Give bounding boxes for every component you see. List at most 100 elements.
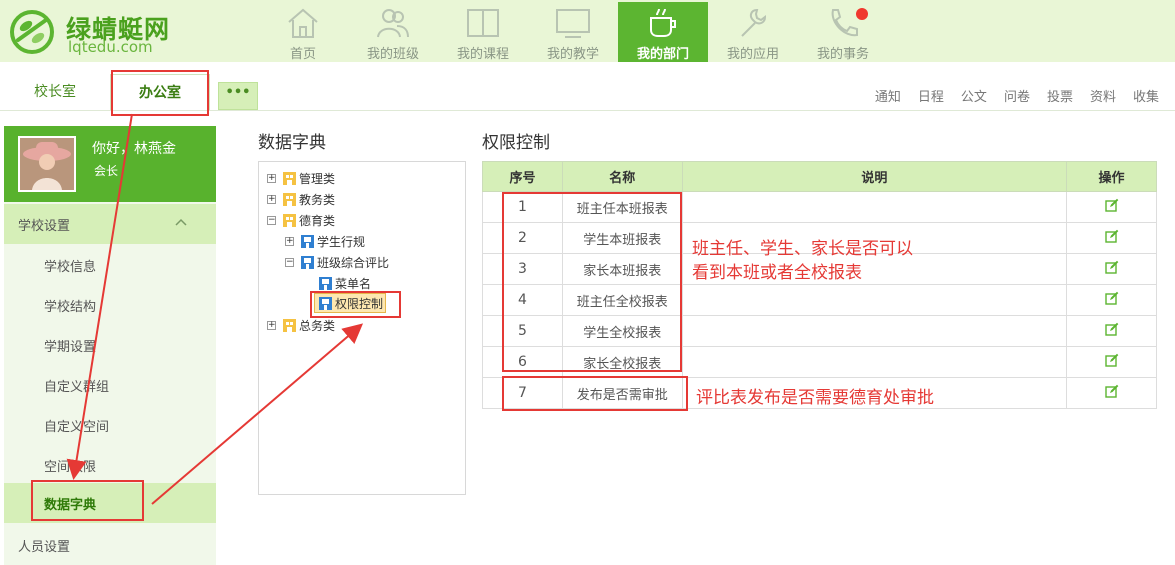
- collapse-icon[interactable]: −: [285, 258, 294, 267]
- sidebar-item-space-permissions[interactable]: 空间权限: [44, 456, 96, 475]
- quick-link-notice[interactable]: 通知: [875, 86, 901, 105]
- annotation-box-data-dictionary: [31, 480, 144, 521]
- edit-icon[interactable]: [1104, 229, 1119, 243]
- sidebar-item-semester-settings[interactable]: 学期设置: [44, 336, 96, 355]
- folder-icon: [283, 214, 296, 227]
- user-greeting: 你好，林燕金: [92, 141, 176, 157]
- folder-icon: [283, 319, 296, 332]
- edit-icon[interactable]: [1104, 322, 1119, 336]
- sidebar-item-custom-spaces[interactable]: 自定义空间: [44, 416, 109, 435]
- quick-link-schedule[interactable]: 日程: [918, 86, 944, 105]
- book-icon: [467, 9, 499, 37]
- nav-my-affairs[interactable]: 我的事务: [798, 2, 888, 62]
- expand-icon[interactable]: +: [285, 237, 294, 246]
- tree-title: 数据字典: [258, 133, 326, 153]
- avatar[interactable]: [18, 136, 76, 192]
- sidebar-item-custom-groups[interactable]: 自定义群组: [44, 376, 109, 395]
- nav-home[interactable]: 首页: [258, 2, 348, 62]
- row-actions: [1066, 191, 1157, 223]
- column-header-number: 序号: [482, 161, 563, 192]
- nav-label: 我的部门: [636, 47, 689, 62]
- nav-label: 我的班级: [366, 47, 419, 62]
- row-description: [681, 284, 1068, 316]
- edit-icon[interactable]: [1104, 384, 1119, 398]
- nav-label: 我的事务: [816, 47, 869, 62]
- nav-label: 我的课程: [456, 47, 509, 62]
- column-header-name: 名称: [561, 161, 683, 192]
- sidebar-item-school-structure[interactable]: 学校结构: [44, 296, 96, 315]
- quick-link-collect[interactable]: 收集: [1133, 86, 1159, 105]
- nav-my-department[interactable]: 我的部门: [618, 2, 708, 62]
- column-header-actions: 操作: [1066, 161, 1157, 192]
- tree-node-label: 班级综合评比: [317, 256, 390, 270]
- annotation-note-approval: 评比表发布是否需要德育处审批: [696, 388, 934, 408]
- annotation-box-approval-row: [502, 376, 688, 411]
- quick-link-vote[interactable]: 投票: [1047, 86, 1073, 105]
- quick-link-materials[interactable]: 资料: [1090, 86, 1116, 105]
- site-logo[interactable]: 绿蜻蜓网 lqtedu.com: [10, 8, 200, 56]
- nav-label: 我的应用: [726, 47, 779, 62]
- edit-icon[interactable]: [1104, 291, 1119, 305]
- sidebar-item-personnel-settings[interactable]: 人员设置: [4, 525, 216, 565]
- quick-link-document[interactable]: 公文: [961, 86, 987, 105]
- tab-principal-office[interactable]: 校长室: [6, 74, 104, 110]
- expand-icon[interactable]: +: [267, 321, 276, 330]
- nav-my-teaching[interactable]: 我的教学: [528, 2, 618, 62]
- folder-icon: [283, 193, 296, 206]
- row-actions: [1066, 222, 1157, 254]
- nav-my-class[interactable]: 我的班级: [348, 2, 438, 62]
- row-actions: [1066, 377, 1157, 409]
- notification-badge: [856, 8, 868, 20]
- user-card: 你好，林燕金 会长: [4, 126, 216, 202]
- row-description: [681, 315, 1068, 347]
- annotation-note-report-visibility-2: 看到本班或者全校报表: [692, 263, 862, 283]
- edit-icon[interactable]: [1104, 353, 1119, 367]
- collapse-icon[interactable]: −: [267, 216, 276, 225]
- people-icon: [377, 9, 409, 38]
- home-icon: [288, 8, 318, 38]
- row-description: [681, 346, 1068, 378]
- annotation-box-permission-node: [310, 291, 401, 318]
- column-header-description: 说明: [681, 161, 1068, 192]
- monitor-icon: [556, 9, 590, 38]
- row-actions: [1066, 284, 1157, 316]
- edit-icon[interactable]: [1104, 198, 1119, 212]
- menu-group-label: 学校设置: [18, 219, 71, 234]
- dragonfly-logo-icon: [10, 10, 54, 54]
- user-role: 会长: [94, 164, 119, 178]
- page-icon: [319, 277, 332, 290]
- user-photo-icon: [20, 138, 74, 190]
- more-tabs-button[interactable]: •••: [218, 82, 258, 110]
- brand-url: lqtedu.com: [68, 38, 153, 56]
- nav-my-course[interactable]: 我的课程: [438, 2, 528, 62]
- quick-link-survey[interactable]: 问卷: [1004, 86, 1030, 105]
- folder-icon: [283, 172, 296, 185]
- nav-label: 我的教学: [546, 47, 599, 62]
- edit-icon[interactable]: [1104, 260, 1119, 274]
- tree-node-label: 德育类: [299, 214, 336, 228]
- expand-icon[interactable]: +: [267, 195, 276, 204]
- row-description: [681, 191, 1068, 223]
- row-actions: [1066, 346, 1157, 378]
- menu-group-school-settings[interactable]: 学校设置: [4, 204, 216, 244]
- tree-node-label: 学生行规: [317, 235, 366, 249]
- expand-icon[interactable]: +: [267, 174, 276, 183]
- chevron-up-icon: [175, 218, 187, 226]
- page-icon: [301, 235, 314, 248]
- top-header: 绿蜻蜓网 lqtedu.com 首页 我的班级 我的课程 我的教学 我的部门 我…: [0, 0, 1175, 62]
- sidebar-item-school-info[interactable]: 学校信息: [44, 256, 96, 275]
- annotation-box-report-rows: [502, 192, 682, 372]
- nav-my-apps[interactable]: 我的应用: [708, 2, 798, 62]
- tree-node-label: 菜单名: [335, 277, 372, 291]
- row-actions: [1066, 253, 1157, 285]
- sidebar-item-label: 人员设置: [18, 540, 71, 555]
- annotation-note-report-visibility: 班主任、学生、家长是否可以: [692, 239, 913, 259]
- quick-links: 通知 日程 公文 问卷 投票 资料 收集: [875, 86, 1159, 105]
- permission-title: 权限控制: [482, 133, 550, 153]
- page-icon: [301, 256, 314, 269]
- annotation-box-office-tab: [111, 70, 209, 116]
- nav-label: 首页: [289, 47, 316, 62]
- tree-node-label: 总务类: [299, 319, 336, 333]
- coffee-cup-icon: [650, 8, 676, 37]
- wrench-icon: [741, 8, 767, 37]
